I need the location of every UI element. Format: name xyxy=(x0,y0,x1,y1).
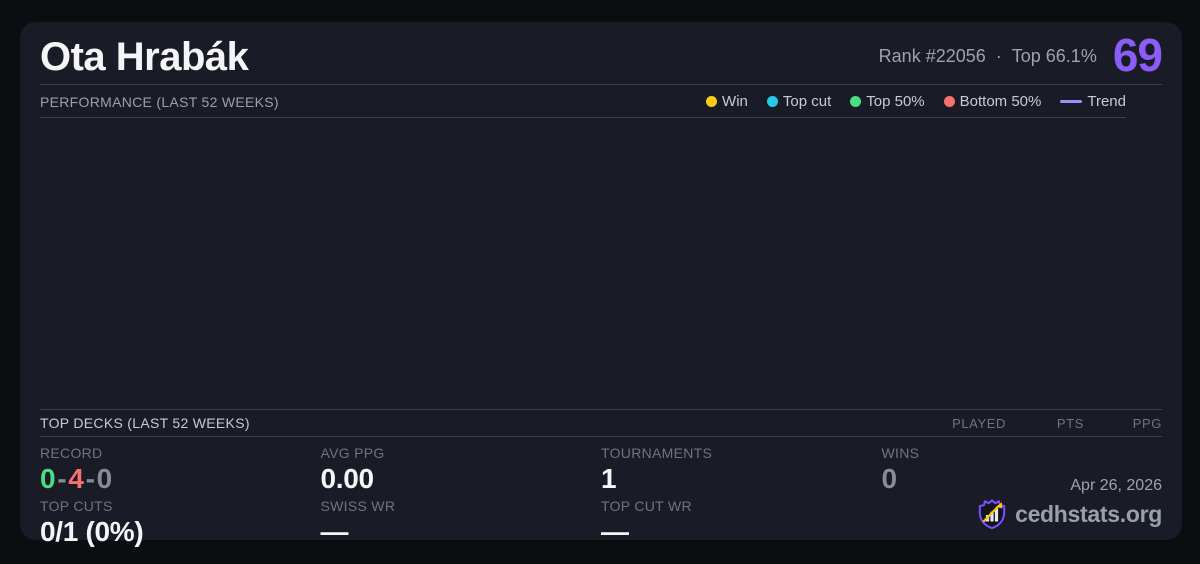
legend-item-trend: Trend xyxy=(1060,93,1126,110)
record-value: 0-4-0 xyxy=(40,464,321,493)
stat-record: RECORD 0-4-0 xyxy=(40,445,321,493)
stat-label: TOP CUT WR xyxy=(601,498,882,515)
legend-label: Trend xyxy=(1087,93,1126,110)
record-separator: - xyxy=(86,463,95,494)
rank-line: Rank #22056 · Top 66.1% xyxy=(879,46,1097,67)
legend-label: Top 50% xyxy=(866,93,924,110)
top-cut-dot-icon xyxy=(767,96,778,107)
card-header: Ota Hrabák Rank #22056 · Top 66.1% 69 xyxy=(40,22,1162,85)
player-stats-card: Ota Hrabák Rank #22056 · Top 66.1% 69 PE… xyxy=(20,22,1182,540)
stat-avg-ppg: AVG PPG 0.00 xyxy=(321,445,602,493)
top-decks-column-headers: PLAYED PTS PPG xyxy=(952,416,1162,431)
avg-ppg-value: 0.00 xyxy=(321,464,602,493)
brand-name: cedhstats.org xyxy=(1015,501,1162,528)
rank-summary: Rank #22056 · Top 66.1% 69 xyxy=(879,37,1162,77)
stat-label: TOP CUTS xyxy=(40,498,321,515)
stat-label: TOURNAMENTS xyxy=(601,445,882,462)
record-separator: - xyxy=(57,463,66,494)
legend-item-win: Win xyxy=(706,93,748,110)
legend-label: Bottom 50% xyxy=(960,93,1042,110)
percentile-label: Top 66.1% xyxy=(1012,46,1097,67)
top-decks-title: TOP DECKS (LAST 52 WEEKS) xyxy=(40,415,250,431)
performance-section-header: PERFORMANCE (LAST 52 WEEKS) Win Top cut … xyxy=(40,85,1126,118)
brand-row: cedhstats.org xyxy=(977,498,1162,530)
legend-label: Top cut xyxy=(783,93,831,110)
chart-legend: Win Top cut Top 50% Bottom 50% Trend xyxy=(706,93,1126,110)
stat-label: RECORD xyxy=(40,445,321,462)
legend-label: Win xyxy=(722,93,748,110)
record-losses: 4 xyxy=(68,463,83,494)
stat-swiss-wr: SWISS WR — xyxy=(321,498,602,546)
record-wins: 0 xyxy=(40,463,55,494)
column-header-pts: PTS xyxy=(1054,416,1084,431)
generated-date: Apr 26, 2026 xyxy=(977,477,1162,495)
legend-item-top-cut: Top cut xyxy=(767,93,831,110)
bottom50-dot-icon xyxy=(944,96,955,107)
stat-top-cuts: TOP CUTS 0/1 (0%) xyxy=(40,498,321,546)
rank-label: Rank #22056 xyxy=(879,46,986,67)
top-cut-wr-value: — xyxy=(601,517,882,546)
stat-top-cut-wr: TOP CUT WR — xyxy=(601,498,882,546)
card-footer: Apr 26, 2026 cedhstats.org xyxy=(977,477,1162,530)
rank-separator-dot: · xyxy=(996,46,1002,67)
stat-label: SWISS WR xyxy=(321,498,602,515)
swiss-wr-value: — xyxy=(321,517,602,546)
tournaments-value: 1 xyxy=(601,464,882,493)
player-score: 69 xyxy=(1113,37,1162,75)
legend-item-top50: Top 50% xyxy=(850,93,924,110)
performance-chart xyxy=(40,118,1162,409)
win-dot-icon xyxy=(706,96,717,107)
legend-item-bottom50: Bottom 50% xyxy=(944,93,1042,110)
top50-dot-icon xyxy=(850,96,861,107)
stat-label: AVG PPG xyxy=(321,445,602,462)
trend-line-icon xyxy=(1060,100,1082,103)
page-title: Ota Hrabák xyxy=(40,37,248,77)
record-draws: 0 xyxy=(97,463,112,494)
column-header-played: PLAYED xyxy=(952,416,1006,431)
performance-title: PERFORMANCE (LAST 52 WEEKS) xyxy=(40,94,279,110)
stat-label: WINS xyxy=(882,445,1163,462)
top-cuts-value: 0/1 (0%) xyxy=(40,517,321,546)
column-header-ppg: PPG xyxy=(1132,416,1162,431)
top-decks-section-header: TOP DECKS (LAST 52 WEEKS) PLAYED PTS PPG xyxy=(40,409,1162,437)
stat-tournaments: TOURNAMENTS 1 xyxy=(601,445,882,493)
cedhstats-logo-icon xyxy=(977,498,1007,530)
